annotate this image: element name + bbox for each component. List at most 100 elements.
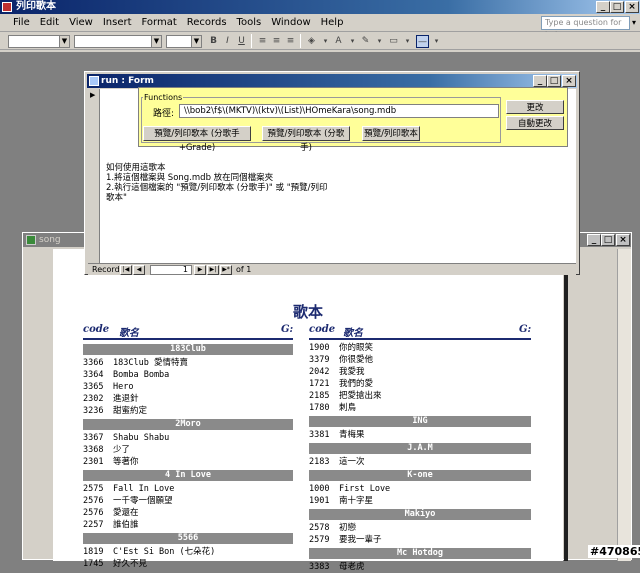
separator bbox=[251, 34, 252, 48]
record-selector[interactable]: ▶ bbox=[88, 89, 100, 263]
song-name: 甜蜜約定 bbox=[113, 406, 148, 416]
menu-insert[interactable]: Insert bbox=[98, 14, 137, 31]
line-style-icon[interactable]: — bbox=[416, 35, 429, 48]
song-window-title: song bbox=[39, 235, 61, 245]
song-code: 3368 bbox=[83, 445, 104, 455]
font-size-combo[interactable]: ▼ bbox=[166, 35, 202, 48]
song-row: 2578 初戀 bbox=[309, 522, 531, 534]
run-form-title-bar[interactable]: run : Form _ □ × bbox=[87, 74, 577, 88]
song-row: 2576 愛還在 bbox=[83, 507, 293, 519]
run-form-title: run : Form bbox=[101, 76, 154, 86]
menu-edit[interactable]: Edit bbox=[35, 14, 64, 31]
singer-group-header: Makiyo bbox=[309, 509, 531, 520]
app-title-bar: 列印歌本 _ □ × bbox=[0, 0, 640, 14]
previous-record-button[interactable]: ◀ bbox=[133, 265, 145, 275]
italic-icon[interactable]: I bbox=[221, 35, 234, 48]
align-right-icon[interactable]: ≡ bbox=[284, 35, 297, 48]
dropdown-arrow-icon[interactable]: ▾ bbox=[319, 35, 332, 48]
next-record-button[interactable]: ▶ bbox=[194, 265, 206, 275]
song-row: 3367 Shabu Shabu bbox=[83, 432, 293, 444]
song-code: 3365 bbox=[83, 382, 104, 392]
menu-help[interactable]: Help bbox=[316, 14, 349, 31]
page-shadow bbox=[564, 249, 568, 561]
object-combo[interactable]: ▼ bbox=[8, 35, 70, 48]
song-maximize-button[interactable]: □ bbox=[601, 234, 615, 246]
form-close-button[interactable]: × bbox=[562, 75, 576, 87]
song-row: 2575 Fall In Love bbox=[83, 483, 293, 495]
song-name: 初戀 bbox=[339, 523, 357, 533]
border-icon[interactable]: ▭ bbox=[387, 35, 400, 48]
dropdown-arrow-icon[interactable]: ▾ bbox=[401, 35, 414, 48]
new-record-button[interactable]: ▶* bbox=[220, 265, 232, 275]
song-name: 誰伯誰 bbox=[113, 520, 139, 530]
dropdown-arrow-icon[interactable]: ▾ bbox=[430, 35, 443, 48]
song-name: 好久不見 bbox=[113, 559, 148, 569]
song-code: 3381 bbox=[309, 430, 330, 440]
current-record-input[interactable]: 1 bbox=[150, 265, 192, 275]
menu-file[interactable]: File bbox=[8, 14, 35, 31]
font-color-icon[interactable]: A bbox=[332, 35, 345, 48]
first-record-button[interactable]: |◀ bbox=[120, 265, 132, 275]
menu-format[interactable]: Format bbox=[137, 14, 182, 31]
help-search-input[interactable]: Type a question for help bbox=[541, 16, 630, 39]
song-row: 2257 誰伯誰 bbox=[83, 519, 293, 531]
form-maximize-button[interactable]: □ bbox=[547, 75, 561, 87]
song-close-button[interactable]: × bbox=[616, 234, 630, 246]
song-row: 3236 甜蜜約定 bbox=[83, 405, 293, 417]
song-code: 1900 bbox=[309, 343, 330, 353]
header-rule bbox=[83, 338, 293, 340]
form-minimize-button[interactable]: _ bbox=[533, 75, 547, 87]
last-record-button[interactable]: ▶| bbox=[207, 265, 219, 275]
dropdown-arrow-icon[interactable]: ▾ bbox=[346, 35, 359, 48]
record-label: Record: bbox=[92, 265, 123, 274]
font-name-combo[interactable]: ▼ bbox=[74, 35, 162, 48]
song-name: Shabu Shabu bbox=[113, 433, 170, 443]
close-button[interactable]: × bbox=[625, 1, 639, 13]
report-title: 歌本 bbox=[292, 303, 323, 321]
path-field[interactable]: \\bob2\f$\(MKTV)\(ktv)\(List)\HOmeKara\s… bbox=[179, 104, 499, 118]
song-name: 要我一輩子 bbox=[339, 535, 382, 545]
dropdown-arrow-icon[interactable]: ▾ bbox=[373, 35, 386, 48]
header-rule bbox=[309, 338, 531, 340]
usage-instructions: 如何使用這歌本 1.將這個檔案與 Song.mdb 放在同個檔案夾 2.執行這個… bbox=[106, 163, 328, 203]
singer-group-header: 183Club bbox=[83, 344, 293, 355]
song-name: 母老虎 bbox=[339, 562, 365, 572]
song-name: 183Club 愛情特賣 bbox=[113, 358, 188, 368]
song-report-window: song _ □ × 歌本 code 歌名 G: code 歌名 G: 183C… bbox=[22, 232, 632, 572]
col-header-name: 歌名 bbox=[119, 328, 139, 339]
menu-tools[interactable]: Tools bbox=[232, 14, 267, 31]
record-count: of 1 bbox=[236, 265, 252, 274]
line-color-icon[interactable]: ✎ bbox=[359, 35, 372, 48]
song-row: 3381 青梅果 bbox=[309, 429, 531, 441]
align-left-icon[interactable]: ≡ bbox=[256, 35, 269, 48]
report-vertical-scrollbar[interactable] bbox=[617, 249, 631, 561]
song-code: 3383 bbox=[309, 562, 330, 572]
bold-icon[interactable]: B bbox=[207, 35, 220, 48]
song-minimize-button[interactable]: _ bbox=[587, 234, 601, 246]
menu-records[interactable]: Records bbox=[182, 14, 232, 31]
song-row: 1000 First Love bbox=[309, 483, 531, 495]
song-row: 2576 一千零一個願望 bbox=[83, 495, 293, 507]
song-row: 3383 母老虎 bbox=[309, 561, 531, 573]
separator bbox=[300, 34, 301, 48]
song-row: 3368 少了 bbox=[83, 444, 293, 456]
change-button[interactable]: 更改 bbox=[506, 100, 564, 114]
underline-icon[interactable]: U bbox=[235, 35, 248, 48]
preview-print-button[interactable]: 預覽/列印歌本 bbox=[362, 126, 420, 141]
fill-color-icon[interactable]: ◈ bbox=[305, 35, 318, 48]
preview-print-singer-button[interactable]: 預覽/列印歌本 (分歌手) bbox=[262, 126, 350, 153]
auto-change-button[interactable]: 自動更改 bbox=[506, 116, 564, 130]
menu-window[interactable]: Window bbox=[266, 14, 315, 31]
singer-group-header: 5566 bbox=[83, 533, 293, 544]
menu-view[interactable]: View bbox=[64, 14, 98, 31]
singer-group-header: K-one bbox=[309, 470, 531, 481]
minimize-button[interactable]: _ bbox=[596, 1, 610, 13]
preview-print-singer-grade-button[interactable]: 預覽/列印歌本 (分歌手+Grade) bbox=[143, 126, 251, 153]
help-dropdown-icon[interactable]: ▾ bbox=[632, 18, 636, 27]
song-row: 3379 你很愛他 bbox=[309, 354, 531, 366]
song-name: 少了 bbox=[113, 445, 131, 455]
maximize-button[interactable]: □ bbox=[610, 1, 624, 13]
song-row: 1780 刺鳥 bbox=[309, 402, 531, 414]
col-header-g: G: bbox=[281, 324, 294, 335]
align-center-icon[interactable]: ≡ bbox=[270, 35, 283, 48]
